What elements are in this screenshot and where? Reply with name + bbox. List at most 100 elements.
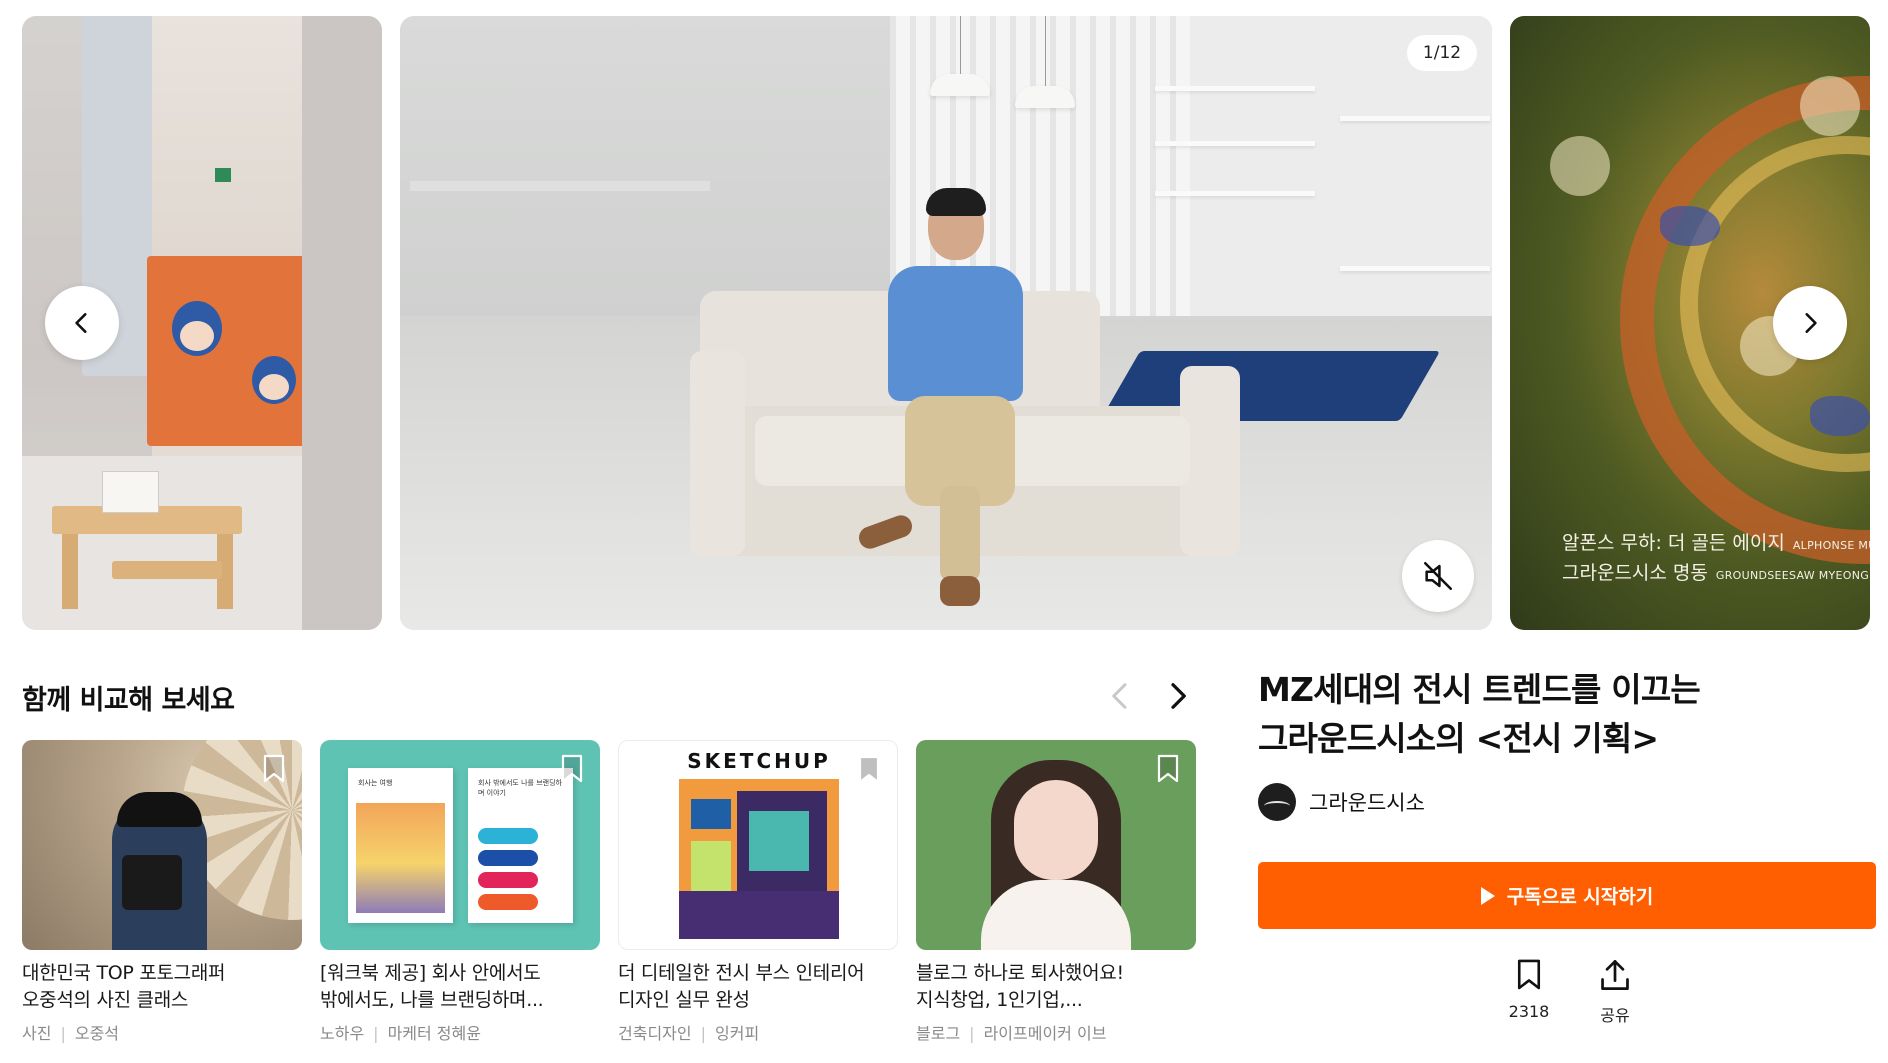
- bookmark-count: 2318: [1508, 1002, 1550, 1021]
- artwork-flower: [1550, 136, 1610, 196]
- instructor-face: [1014, 780, 1098, 880]
- sofa-arm: [690, 351, 745, 556]
- pendant-lamp: [930, 74, 990, 96]
- info-sign: [102, 471, 159, 513]
- course-thumbnail[interactable]: SKETCHUP: [618, 740, 898, 950]
- card-title-line: 더 디테일한 전시 부스 인테리어: [618, 962, 865, 984]
- mute-button[interactable]: [1402, 540, 1474, 612]
- presenter-shin: [940, 486, 980, 581]
- card-meta: 사진 | 오중석: [22, 1020, 302, 1044]
- bookmark-icon[interactable]: [1156, 754, 1180, 784]
- card-meta: 건축디자인 | 잉커피: [618, 1020, 898, 1044]
- course-title: MZ세대의 전시 트렌드를 이끄는 그라운드시소의 <전시 기획>: [1258, 665, 1858, 763]
- card-title-line: 밖에서도, 나를 브랜딩하며...: [320, 989, 544, 1011]
- course-card[interactable]: 대한민국 TOP 포토그래퍼 오중석의 사진 클래스 사진 | 오중석: [22, 740, 302, 1044]
- bookmark-icon[interactable]: [560, 754, 584, 784]
- carousel-prev-button[interactable]: [45, 286, 119, 360]
- paint-stroke: [478, 872, 538, 888]
- card-title[interactable]: 더 디테일한 전시 부스 인테리어 디자인 실무 완성: [618, 960, 898, 1014]
- artwork-leaf: [1810, 396, 1870, 436]
- shelf: [1155, 191, 1315, 196]
- sofa-cushion: [755, 416, 925, 486]
- card-category: 건축디자인: [618, 1024, 692, 1043]
- avatar: [1258, 783, 1296, 821]
- slide-edge: [302, 16, 382, 630]
- card-meta: 노하우 | 마케터 정혜윤: [320, 1020, 600, 1044]
- compare-next-button[interactable]: [1163, 678, 1193, 714]
- slide-counter: 1/12: [1407, 35, 1477, 71]
- table-leg: [62, 534, 78, 609]
- booth-floor: [679, 891, 839, 939]
- meta-separator: |: [373, 1024, 379, 1043]
- paint-stroke: [478, 850, 538, 866]
- lamp-cord: [1045, 16, 1046, 88]
- shelf: [1340, 266, 1490, 271]
- carousel-slide-current[interactable]: [400, 16, 1492, 630]
- mural-character-face: [259, 374, 289, 400]
- camera: [122, 855, 182, 910]
- wall-text: [410, 181, 710, 191]
- card-meta: 블로그 | 라이프메이커 이브: [916, 1020, 1196, 1044]
- course-card[interactable]: 회사는 여행 회사 밖에서도 나를 브랜딩하며 이야기 [워크북 제공] 회사 …: [320, 740, 600, 1044]
- mural: [147, 256, 325, 446]
- card-creator: 라이프메이커 이브: [983, 1024, 1107, 1043]
- carousel-next-button[interactable]: [1773, 286, 1847, 360]
- shelf: [1155, 86, 1315, 91]
- share-label: 공유: [1600, 1006, 1630, 1025]
- meta-separator: |: [60, 1024, 66, 1043]
- mural-character-face: [180, 321, 214, 351]
- card-category: 사진: [22, 1024, 52, 1043]
- card-title[interactable]: 대한민국 TOP 포토그래퍼 오중석의 사진 클래스: [22, 960, 302, 1014]
- workbook-title: 회사는 여행: [358, 779, 393, 787]
- volume-muted-icon: [1423, 561, 1453, 591]
- card-creator: 마케터 정혜윤: [387, 1024, 481, 1043]
- bookmark-icon: [1517, 959, 1541, 990]
- pendant-lamp: [1015, 86, 1075, 108]
- course-title-line: MZ세대의 전시 트렌드를 이끄는: [1258, 670, 1701, 709]
- bookmark-icon[interactable]: [857, 755, 881, 785]
- photographer-cap: [117, 792, 202, 827]
- course-card[interactable]: SKETCHUP 더 디테일한 전시 부스 인테리어 디자인 실무 완성 건축디…: [618, 740, 898, 1044]
- share-button[interactable]: 공유: [1580, 958, 1650, 1026]
- creator-link[interactable]: 그라운드시소: [1258, 783, 1425, 821]
- play-icon: [1480, 886, 1495, 905]
- bookmark-icon[interactable]: [262, 754, 286, 784]
- card-title[interactable]: [워크북 제공] 회사 안에서도 밖에서도, 나를 브랜딩하며...: [320, 960, 600, 1014]
- card-category: 노하우: [320, 1024, 365, 1043]
- card-title-line: 지식창업, 1인기업,...: [916, 989, 1083, 1011]
- card-category: 블로그: [916, 1024, 961, 1043]
- shelf: [1340, 116, 1490, 121]
- lamp-cord: [960, 16, 961, 76]
- chevron-right-icon: [1805, 313, 1817, 333]
- paint-stroke: [478, 894, 538, 910]
- course-thumbnail[interactable]: [916, 740, 1196, 950]
- card-creator: 잉커피: [715, 1024, 760, 1043]
- exhibition-caption-line2: 그라운드시소 명동 GROUNDSEESAW MYEONGD: [1562, 562, 1870, 584]
- course-thumbnail[interactable]: 회사는 여행 회사 밖에서도 나를 브랜딩하며 이야기: [320, 740, 600, 950]
- share-icon: [1601, 960, 1629, 990]
- compare-prev-button[interactable]: [1105, 678, 1135, 714]
- card-title[interactable]: 블로그 하나로 퇴사했어요! 지식창업, 1인기업,...: [916, 960, 1196, 1014]
- course-thumbnail[interactable]: [22, 740, 302, 950]
- chevron-left-icon: [75, 313, 87, 333]
- chevron-left-icon: [1112, 683, 1127, 709]
- meta-separator: |: [700, 1024, 706, 1043]
- shelf: [1155, 141, 1315, 146]
- start-subscription-button[interactable]: 구독으로 시작하기: [1258, 862, 1876, 929]
- workbook-title: 회사 밖에서도 나를 브랜딩하며 이야기: [478, 779, 562, 797]
- bookmark-button[interactable]: 2318: [1494, 958, 1564, 1021]
- course-title-line: 그라운드시소의 <전시 기획>: [1258, 719, 1659, 758]
- card-title-line: 대한민국 TOP 포토그래퍼: [22, 962, 226, 984]
- presenter-torso: [888, 266, 1023, 401]
- creator-name: 그라운드시소: [1309, 791, 1425, 815]
- course-card[interactable]: 블로그 하나로 퇴사했어요! 지식창업, 1인기업,... 블로그 | 라이프메이커…: [916, 740, 1196, 1044]
- workbook-cover: 회사는 여행: [348, 768, 453, 923]
- meta-separator: |: [969, 1024, 975, 1043]
- section-title: 함께 비교해 보세요: [22, 685, 235, 716]
- booth-screen: [749, 811, 809, 871]
- cta-label: 구독으로 시작하기: [1506, 886, 1654, 908]
- presenter-hair: [926, 188, 986, 216]
- workbook-illustration: [356, 803, 445, 913]
- artwork-leaf: [1660, 206, 1720, 246]
- card-title-line: 오중석의 사진 클래스: [22, 989, 189, 1011]
